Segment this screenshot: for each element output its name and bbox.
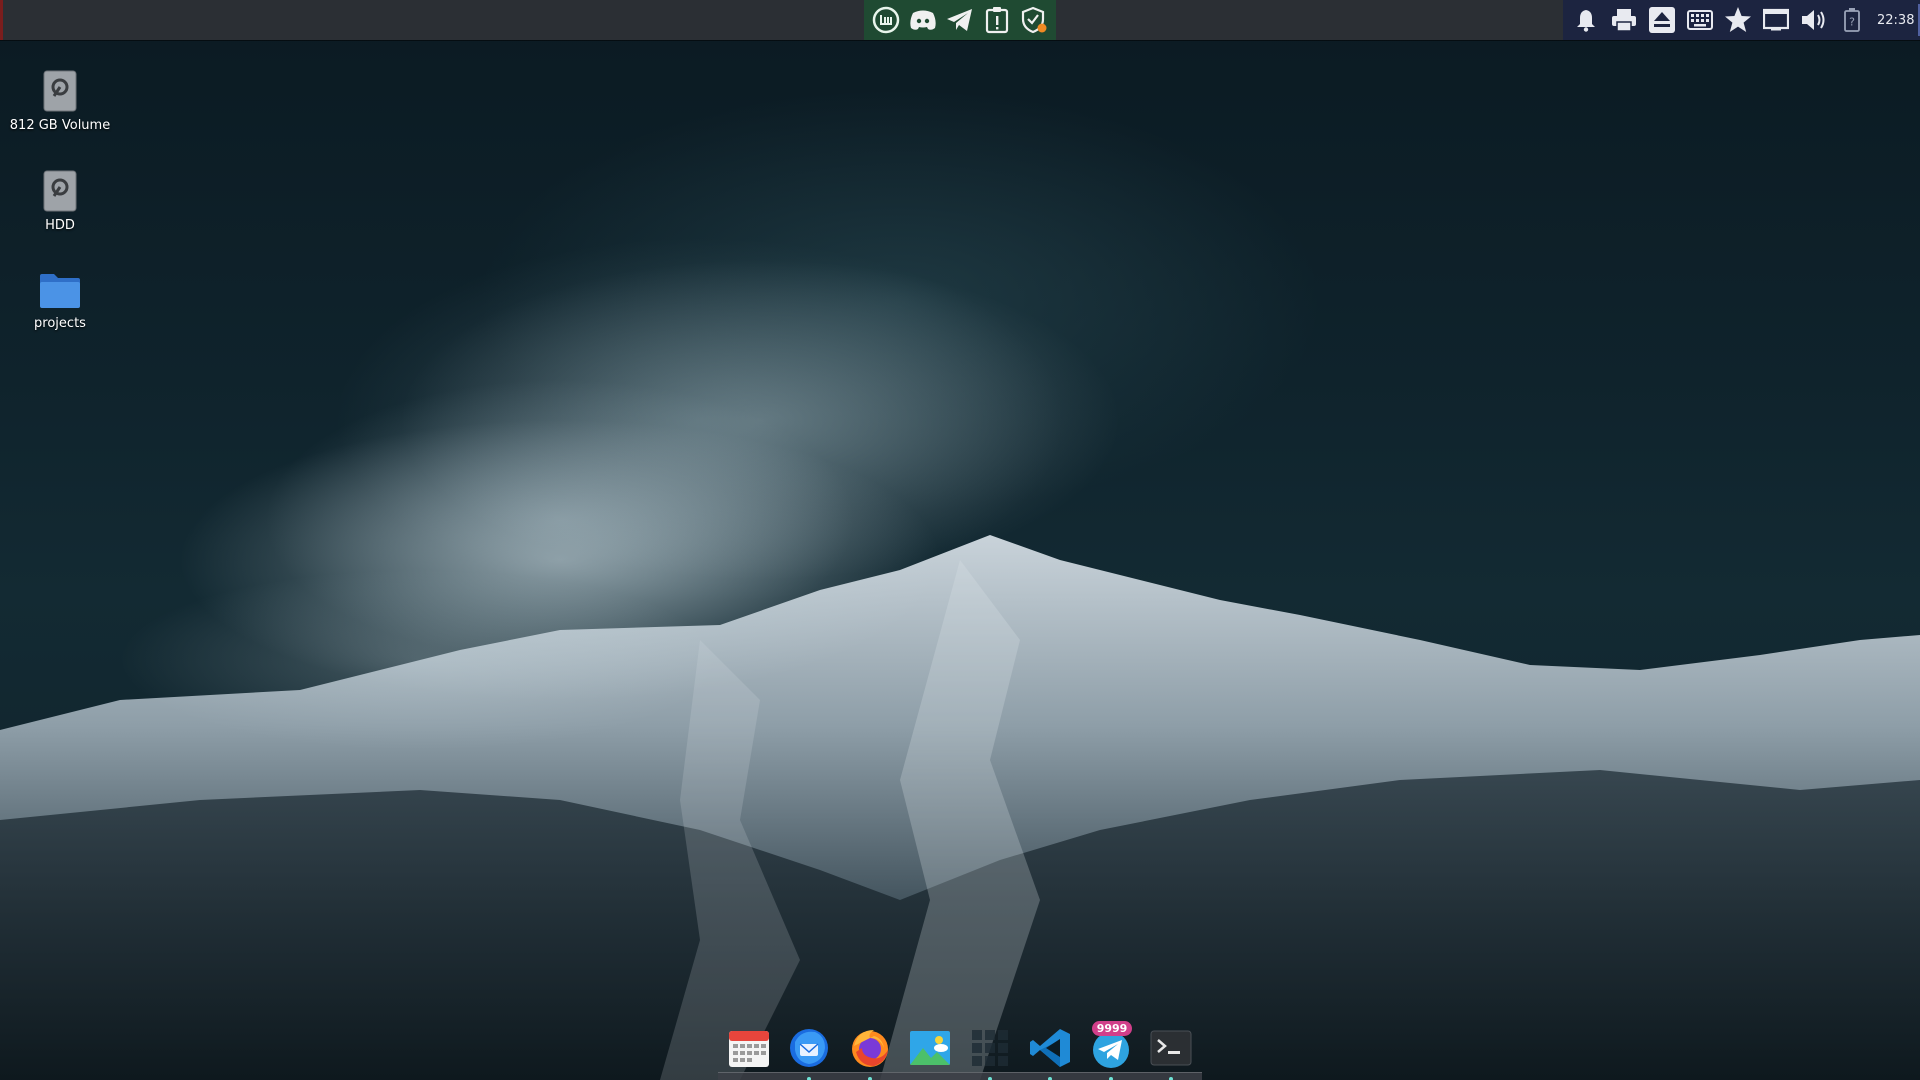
desktop-icon-label: projects — [34, 316, 86, 331]
desktop-icon-projects[interactable]: projects — [0, 272, 120, 331]
dock-item-vscode[interactable] — [1027, 1025, 1073, 1080]
panel-left-edge — [0, 0, 3, 40]
vscode-icon — [1030, 1029, 1071, 1067]
dock: 9999 — [718, 1016, 1202, 1080]
terminal-icon — [1150, 1030, 1192, 1066]
dock-item-firefox[interactable] — [847, 1025, 893, 1080]
calendar-icon — [729, 1031, 769, 1067]
firefox-icon — [851, 1030, 888, 1067]
thunderbird-icon — [790, 1029, 829, 1067]
unread-badge: 9999 — [1091, 1021, 1133, 1036]
printer-icon[interactable] — [1609, 5, 1639, 35]
keyboard-icon[interactable] — [1685, 5, 1715, 35]
desktop-icon-label: 812 GB Volume — [9, 118, 111, 133]
volume-icon[interactable] — [1799, 5, 1829, 35]
app-grid-icon — [972, 1030, 1009, 1066]
eject-icon[interactable] — [1647, 5, 1677, 35]
desktop-icon-hdd[interactable]: HDD — [0, 170, 120, 233]
dock-item-app-grid[interactable] — [967, 1025, 1013, 1080]
top-panel: ? 22:38 — [0, 0, 1920, 40]
drive-icon — [43, 70, 77, 112]
desktop[interactable]: ? 22:38 812 GB Volume HDD projects 9999 — [0, 0, 1920, 1080]
discord-icon[interactable] — [908, 5, 938, 35]
dock-item-terminal[interactable] — [1148, 1025, 1194, 1080]
panel-clock[interactable]: 22:38 — [1877, 13, 1914, 28]
dock-item-telegram[interactable]: 9999 — [1088, 1021, 1134, 1080]
drive-icon — [43, 170, 77, 212]
linux-mint-menu-icon[interactable] — [871, 5, 901, 35]
wallpaper-mountain — [0, 260, 1920, 1080]
telegram-icon[interactable] — [945, 5, 975, 35]
star-icon[interactable] — [1723, 5, 1753, 35]
system-tray: ? 22:38 — [1563, 0, 1920, 40]
panel-launchers — [864, 0, 1056, 40]
display-icon[interactable] — [1761, 5, 1791, 35]
battery-unknown-icon[interactable]: ? — [1837, 5, 1867, 35]
desktop-icon-label: HDD — [45, 218, 75, 233]
svg-text:?: ? — [1849, 16, 1855, 29]
notifications-icon[interactable] — [1571, 5, 1601, 35]
dock-item-thunderbird[interactable] — [786, 1025, 832, 1080]
dock-item-image-viewer[interactable] — [907, 1025, 953, 1071]
dock-item-calendar[interactable] — [726, 1025, 772, 1071]
shield-updates-icon[interactable] — [1019, 5, 1049, 35]
image-viewer-icon — [909, 1031, 950, 1065]
clipboard-icon[interactable] — [982, 5, 1012, 35]
desktop-icon-812gb-volume[interactable]: 812 GB Volume — [0, 70, 120, 133]
folder-icon — [40, 274, 80, 308]
